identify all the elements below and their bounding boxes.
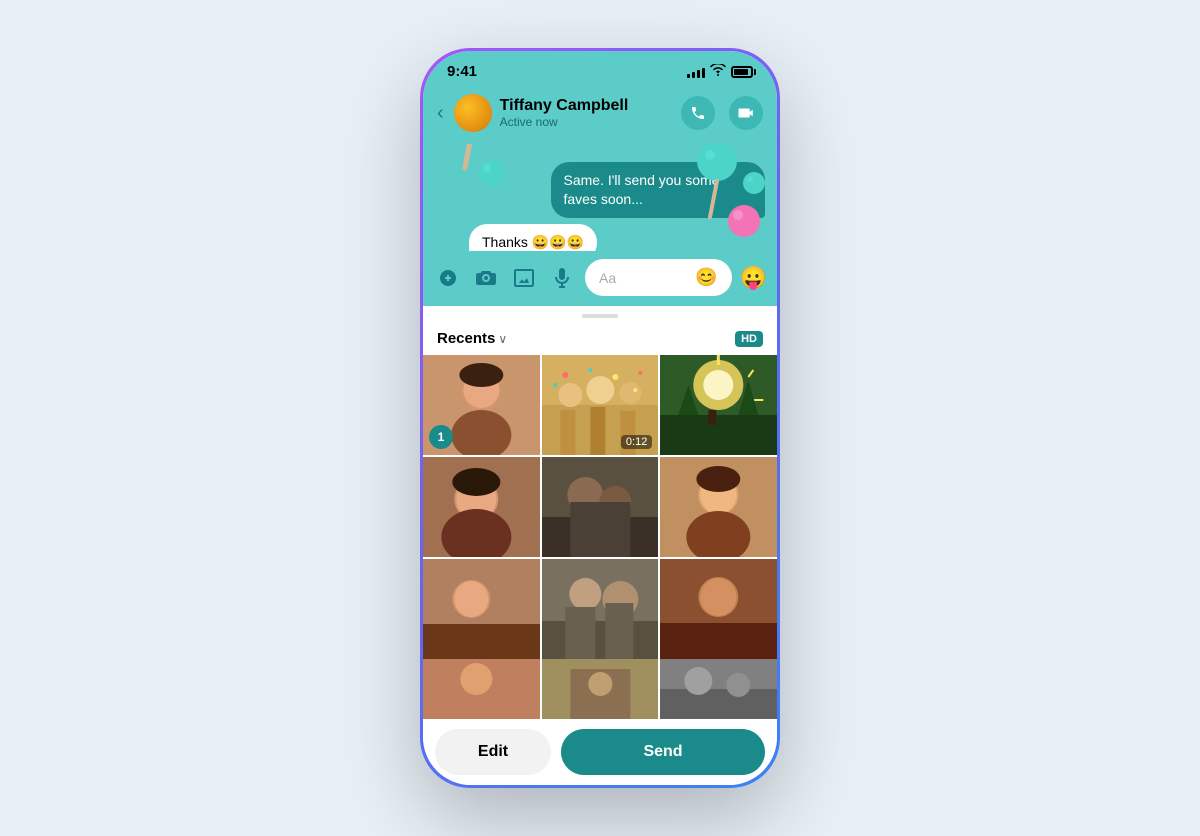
header-actions: [681, 96, 763, 130]
message-bubble: Same. I'll send you some faves soon...: [551, 162, 766, 218]
message-bubble: Thanks 😀😀😀: [469, 224, 597, 251]
recents-label: Recents: [437, 330, 495, 347]
photo-cell[interactable]: [660, 559, 777, 659]
message-row: Thanks 😀😀😀: [435, 224, 765, 251]
photo-cell[interactable]: 1: [423, 355, 540, 455]
mic-button[interactable]: [547, 263, 577, 293]
phone-frame: 9:41: [420, 48, 780, 788]
add-button[interactable]: [433, 263, 463, 293]
photo-cell[interactable]: [423, 457, 540, 557]
photo-cell[interactable]: [423, 659, 540, 719]
phone-screen: 9:41: [423, 51, 777, 785]
send-button[interactable]: Send: [561, 729, 765, 775]
chat-header: ‹ Tiffany Campbell Active now: [423, 86, 777, 144]
message-row: Same. I'll send you some faves soon...: [435, 162, 765, 218]
drag-handle-bar: [582, 314, 618, 318]
chat-area: Same. I'll send you some faves soon... T…: [423, 144, 777, 251]
photo-selected-badge: 1: [429, 425, 453, 449]
wifi-icon: [710, 64, 726, 79]
call-button[interactable]: [681, 96, 715, 130]
input-placeholder: Aa: [599, 270, 616, 286]
video-duration: 0:12: [621, 435, 652, 449]
photo-cell[interactable]: [542, 457, 659, 557]
status-icons: [687, 64, 753, 79]
message-input[interactable]: Aa 😊: [585, 259, 732, 296]
chevron-down-icon: ∨: [498, 332, 507, 346]
status-bar: 9:41: [423, 51, 777, 86]
photo-cell[interactable]: [660, 659, 777, 719]
photo-grid: 1: [423, 355, 777, 659]
photo-cell[interactable]: [423, 559, 540, 659]
back-button[interactable]: ‹: [437, 102, 444, 125]
bottom-actions: Edit Send: [423, 719, 777, 785]
recents-dropdown[interactable]: Recents ∨: [437, 330, 507, 347]
edit-button[interactable]: Edit: [435, 729, 551, 775]
photo-picker-header: Recents ∨ HD: [423, 326, 777, 355]
contact-info: Tiffany Campbell Active now: [500, 97, 673, 129]
input-bar: Aa 😊 😛: [423, 251, 777, 306]
contact-status: Active now: [500, 115, 673, 129]
contact-avatar: [454, 94, 492, 132]
drag-handle: [423, 306, 777, 326]
photo-cell[interactable]: [542, 659, 659, 719]
contact-name: Tiffany Campbell: [500, 97, 673, 115]
emoji-button[interactable]: 😊: [695, 267, 717, 288]
camera-button[interactable]: [471, 263, 501, 293]
photo-cell[interactable]: [542, 559, 659, 659]
status-time: 9:41: [447, 63, 477, 80]
signal-icon: [687, 66, 705, 78]
photo-cell[interactable]: 0:12: [542, 355, 659, 455]
photo-partial-row: [423, 659, 777, 719]
photo-cell[interactable]: [660, 355, 777, 455]
sticker-button[interactable]: 😛: [740, 265, 767, 291]
hd-badge[interactable]: HD: [735, 331, 763, 347]
photo-cell[interactable]: [660, 457, 777, 557]
gallery-button[interactable]: [509, 263, 539, 293]
video-call-button[interactable]: [729, 96, 763, 130]
battery-icon: [731, 66, 753, 78]
